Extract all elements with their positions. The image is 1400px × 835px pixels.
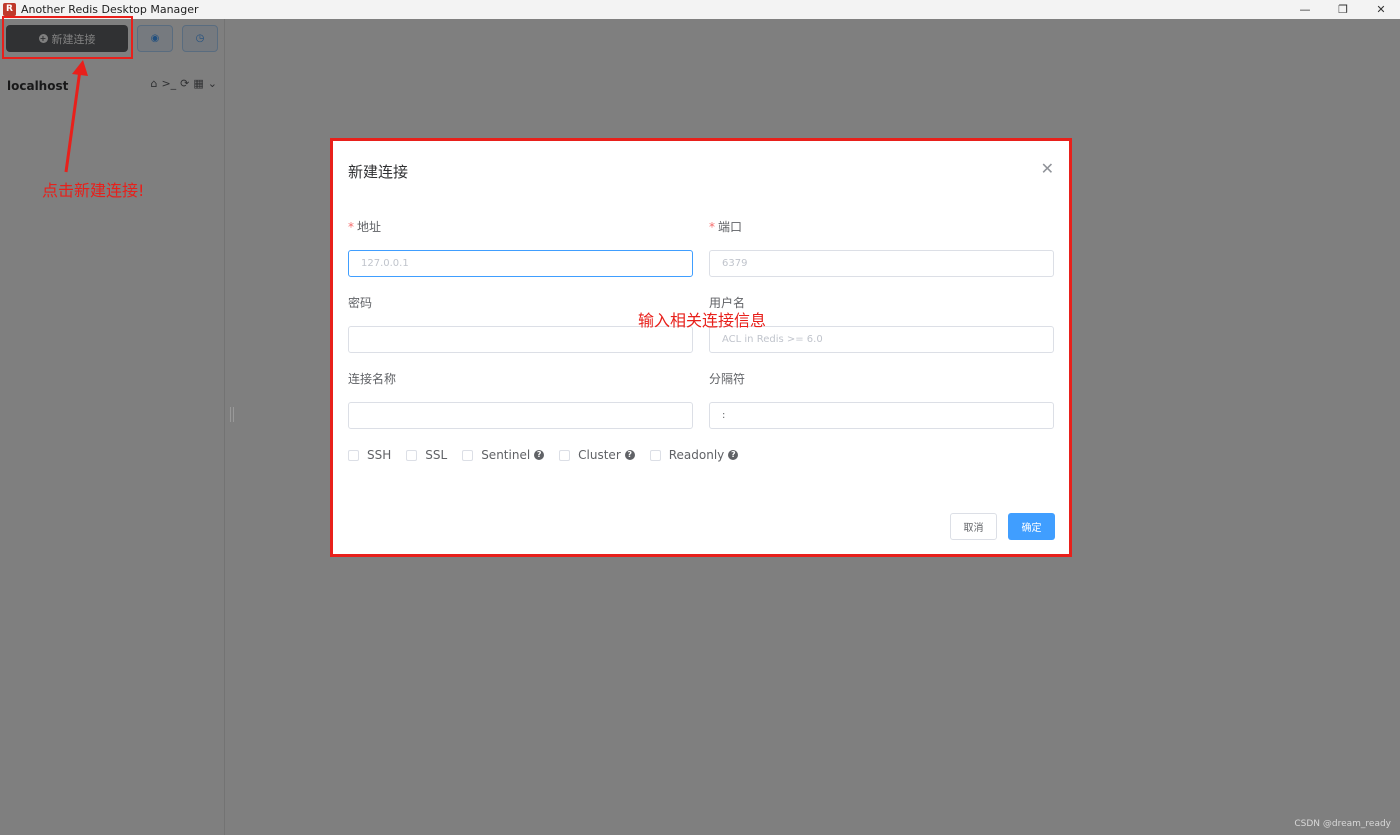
separator-value: : xyxy=(722,410,726,421)
port-label: 端口 xyxy=(718,220,743,234)
ssl-label: SSL xyxy=(425,448,448,462)
question-icon[interactable]: ? xyxy=(624,450,635,460)
cluster-label: Cluster xyxy=(578,448,621,462)
annotation-arrow xyxy=(64,60,88,173)
separator-field: 分隔符 : xyxy=(709,371,1054,429)
separator-input[interactable]: : xyxy=(709,402,1054,429)
readonly-label: Readonly xyxy=(668,448,725,462)
minimize-button[interactable]: — xyxy=(1286,0,1324,19)
close-icon[interactable]: ✕ xyxy=(1041,159,1054,178)
watermark: CSDN @dream_ready xyxy=(1294,819,1391,829)
restore-button[interactable]: ❐ xyxy=(1324,0,1362,19)
annotation-input-hint: 输入相关连接信息 xyxy=(638,311,767,330)
checkbox-box[interactable] xyxy=(462,449,474,461)
sentinel-label: Sentinel xyxy=(481,448,531,462)
panel-splitter-handle[interactable] xyxy=(230,407,234,422)
ssl-checkbox[interactable]: SSL xyxy=(406,448,447,462)
conn-name-label: 连接名称 xyxy=(348,372,397,386)
checkbox-box[interactable] xyxy=(406,449,418,461)
cluster-checkbox[interactable]: Cluster? xyxy=(559,448,635,462)
checkbox-box[interactable] xyxy=(559,449,571,461)
ssh-label: SSH xyxy=(367,448,392,462)
new-connection-dialog: 新建连接 ✕ * 地址 127.0.0.1 * 端口 6379 密码 用户名 ACL… xyxy=(330,138,1072,557)
port-input[interactable]: 6379 xyxy=(709,250,1054,277)
checkbox-box[interactable] xyxy=(649,449,661,461)
question-icon[interactable]: ? xyxy=(534,450,545,460)
close-window-button[interactable]: ✕ xyxy=(1362,0,1400,19)
question-icon[interactable]: ? xyxy=(728,450,739,460)
host-input[interactable]: 127.0.0.1 xyxy=(348,250,693,277)
cancel-button[interactable]: 取消 xyxy=(950,513,997,540)
port-field: * 端口 6379 xyxy=(709,219,1054,277)
conn-name-field: 连接名称 xyxy=(348,371,693,429)
window-controls: — ❐ ✕ xyxy=(1286,0,1400,19)
host-field: * 地址 127.0.0.1 xyxy=(348,219,693,277)
conn-name-input[interactable] xyxy=(348,402,693,429)
sentinel-checkbox[interactable]: Sentinel? xyxy=(462,448,545,462)
host-label: 地址 xyxy=(357,220,382,234)
dialog-title: 新建连接 xyxy=(348,163,409,181)
annotation-click-hint: 点击新建连接! xyxy=(42,181,145,200)
separator-label: 分隔符 xyxy=(709,372,746,386)
required-mark: * xyxy=(348,220,354,234)
options-row: SSH SSL Sentinel? Cluster? Readonly? xyxy=(348,448,753,462)
readonly-checkbox[interactable]: Readonly? xyxy=(649,448,739,462)
required-mark: * xyxy=(709,220,715,234)
ssh-checkbox[interactable]: SSH xyxy=(348,448,391,462)
confirm-button[interactable]: 确定 xyxy=(1008,513,1055,540)
checkbox-box[interactable] xyxy=(348,449,359,461)
window-titlebar: R Another Redis Desktop Manager — ❐ ✕ xyxy=(0,0,1400,19)
